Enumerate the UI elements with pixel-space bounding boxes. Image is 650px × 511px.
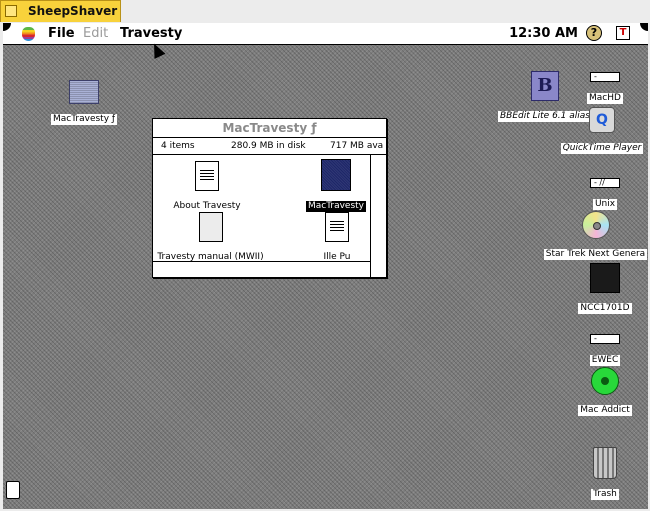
window-content: About Travesty MacTravesty Travesty manu…: [153, 154, 371, 263]
menu-file[interactable]: File: [48, 26, 75, 41]
hard-disk-icon: -: [590, 72, 620, 82]
sheepshaver-icon: [5, 5, 17, 17]
hard-disk-icon: -: [590, 334, 620, 344]
apple-menu-icon[interactable]: [22, 27, 35, 41]
starship-icon: [590, 263, 620, 293]
horizontal-scrollbar[interactable]: [153, 261, 371, 277]
disk-used: 280.9 MB in disk: [231, 141, 306, 151]
desktop-icon-trash[interactable]: Trash: [579, 447, 631, 500]
disk-available: 717 MB ava: [330, 141, 384, 151]
screen-corner: [3, 23, 11, 31]
file-mactravesty-app[interactable]: MacTravesty: [301, 159, 371, 212]
menu-edit[interactable]: Edit: [83, 26, 108, 41]
file-travesty-manual[interactable]: Travesty manual (MWII): [153, 212, 268, 263]
desktop-icon-label: NCC1701D: [578, 303, 632, 314]
desktop-icon-mac-addict[interactable]: Mac Addict: [575, 367, 635, 416]
desktop-icon-ewec[interactable]: - EWEC: [583, 334, 627, 366]
file-ille-pu[interactable]: Ille Pu: [315, 212, 359, 263]
quicktime-icon: Q: [589, 107, 615, 133]
folder-icon: [69, 80, 100, 104]
hard-disk-icon: - //: [590, 178, 620, 188]
desktop-icon-label: EWEC: [589, 355, 621, 366]
application-icon: [321, 159, 351, 191]
host-window-tab[interactable]: SheepShaver: [0, 0, 121, 22]
file-label: MacTravesty: [305, 201, 367, 212]
desktop-icon-label: Trash: [591, 489, 619, 500]
desktop-icon-label: MacHD: [587, 93, 623, 104]
desktop-icon-unix[interactable]: - // Unix: [583, 178, 627, 210]
mac-desktop[interactable]: File Edit Travesty 12:30 AM ? T MacTrave…: [3, 23, 648, 509]
desktop-icon-mactravesty-folder[interactable]: MacTravesty ƒ: [51, 80, 118, 125]
desktop-icon-ncc1701d[interactable]: NCC1701D: [575, 263, 635, 314]
menu-bar: File Edit Travesty 12:30 AM ? T: [3, 23, 648, 45]
blank-document-icon: [198, 212, 223, 242]
desktop-icon-quicktime[interactable]: Q QuickTime Player: [559, 107, 645, 154]
desktop-icon-label: Star Trek Next Genera: [543, 249, 648, 260]
green-disc-icon: [591, 367, 619, 395]
help-menu-icon[interactable]: ?: [586, 25, 602, 41]
desktop-icon-label: QuickTime Player: [560, 143, 644, 154]
application-menu-icon[interactable]: T: [616, 26, 630, 40]
cd-icon: [581, 211, 610, 239]
trash-icon: [593, 447, 617, 479]
menu-travesty[interactable]: Travesty: [120, 26, 182, 41]
menu-clock[interactable]: 12:30 AM: [509, 26, 578, 41]
desktop-icon-label: Unix: [592, 199, 618, 210]
disk-image-icon[interactable]: [6, 481, 20, 499]
screen-corner: [640, 23, 648, 31]
vertical-scrollbar[interactable]: [370, 154, 386, 277]
file-about-travesty[interactable]: About Travesty: [167, 161, 247, 212]
document-icon: [195, 161, 219, 191]
host-tab-title: SheepShaver: [28, 4, 118, 18]
window-info-bar: 4 items 280.9 MB in disk 717 MB ava: [153, 138, 386, 155]
finder-window[interactable]: MacTravesty ƒ 4 items 280.9 MB in disk 7…: [152, 118, 387, 278]
file-label: About Travesty: [173, 201, 241, 211]
desktop-icon-machd[interactable]: - MacHD: [583, 72, 627, 104]
desktop-icon-star-trek-cd[interactable]: Star Trek Next Genera: [543, 211, 648, 260]
item-count: 4 items: [161, 141, 195, 151]
bbedit-icon: B: [531, 71, 559, 101]
desktop-icon-label: MacTravesty ƒ: [51, 114, 118, 125]
document-icon: [325, 212, 349, 242]
window-title[interactable]: MacTravesty ƒ: [153, 119, 386, 138]
desktop-icon-label: Mac Addict: [578, 405, 632, 416]
